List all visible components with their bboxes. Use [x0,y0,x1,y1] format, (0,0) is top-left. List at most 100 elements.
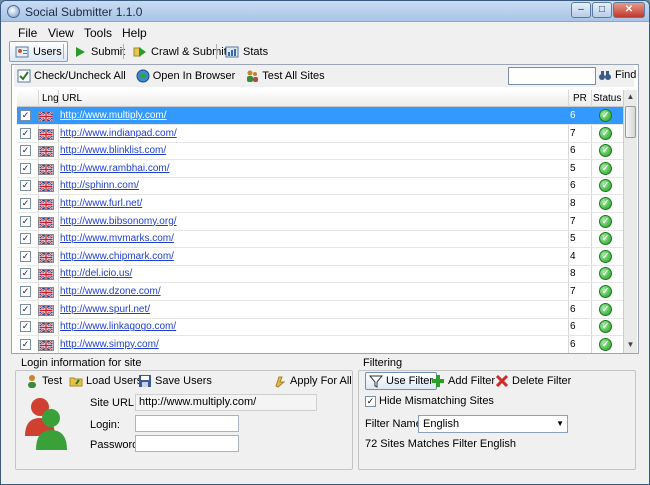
status-ok-icon: ✓ [599,232,612,246]
login-field[interactable] [135,415,239,432]
menu-file[interactable]: File [18,26,37,40]
column-lng[interactable]: Lng [42,93,59,104]
scroll-up-arrow[interactable]: ▲ [624,90,637,104]
site-url-link[interactable]: http://www.indianpad.com/ [60,128,177,139]
site-url-link[interactable]: http://www.mvmarks.com/ [60,233,174,244]
row-checkbox[interactable]: ✓ [20,162,31,174]
hide-mismatching-checkbox[interactable]: ✓ Hide Mismatching Sites [365,392,494,410]
table-row[interactable]: ✓ http://sphinn.com/6 ✓ [17,177,623,196]
save-users-label: Save Users [155,375,212,387]
menu-help[interactable]: Help [122,26,147,40]
menu-tools[interactable]: Tools [84,26,112,40]
row-checkbox[interactable]: ✓ [20,145,31,157]
column-pr[interactable]: PR [573,93,587,104]
toolbar-separator [63,44,64,59]
page-rank-value: 5 [570,233,576,245]
status-ok-icon: ✓ [599,285,612,298]
row-checkbox[interactable]: ✓ [20,321,31,333]
site-url-link[interactable]: http://www.blinklist.com/ [60,145,166,156]
maximize-button[interactable]: □ [592,2,612,18]
row-checkbox[interactable]: ✓ [20,198,31,209]
row-checkbox[interactable]: ✓ [20,286,31,297]
row-checkbox[interactable]: ✓ [20,215,31,227]
row-checkbox[interactable]: ✓ [20,303,31,315]
row-checkbox[interactable]: ✓ [20,180,31,192]
tab-submit[interactable]: Submit [68,41,130,62]
status-ok-icon: ✓ [599,197,612,210]
row-checkbox[interactable]: ✓ [20,127,31,139]
grid-scrollbar[interactable]: ▲ ▼ [623,90,637,353]
search-input[interactable] [508,67,596,85]
site-url-link[interactable]: http://www.furl.net/ [60,198,142,209]
open-browser-button[interactable]: Open In Browser [133,69,239,83]
globe-icon [136,69,150,83]
tab-stats[interactable]: Stats [220,41,273,62]
table-row[interactable]: ✓ http://www.blinklist.com/6 ✓ [17,142,623,161]
tab-stats-label: Stats [243,45,269,58]
check-all-button[interactable]: Check/Uncheck All [14,69,129,83]
row-checkbox[interactable]: ✓ [20,268,31,280]
find-button[interactable]: Find [598,68,636,82]
site-url-link[interactable]: http://www.multiply.com/ [60,110,167,121]
close-button[interactable]: ✕ [613,2,645,18]
add-filter-button[interactable]: Add Filter [431,372,495,390]
table-row[interactable]: ✓ http://www.simpy.com/6 ✓ [17,336,623,353]
plus-icon [432,375,444,387]
table-row[interactable]: ✓ http://www.furl.net/8 ✓ [17,195,623,213]
minimize-button[interactable]: – [571,2,591,18]
site-url-link[interactable]: http://www.spurl.net/ [60,304,150,315]
tab-users[interactable]: Users [9,41,68,62]
uk-flag-icon [38,304,54,316]
uk-flag-icon [38,163,54,175]
site-url-link[interactable]: http://www.chipmark.com/ [60,251,174,262]
table-row[interactable]: ✓ http://www.multiply.com/6 ✓ [17,107,623,125]
filter-name-select[interactable]: English ▼ [418,415,568,433]
row-checkbox[interactable]: ✓ [20,233,31,245]
table-row[interactable]: ✓ http://www.rambhai.com/5 ✓ [17,160,623,178]
table-row[interactable]: ✓ http://www.mvmarks.com/5 ✓ [17,230,623,249]
table-row[interactable]: ✓ http://www.dzone.com/7 ✓ [17,283,623,301]
site-url-link[interactable]: http://del.icio.us/ [60,268,132,279]
load-users-button[interactable]: Load Users [69,372,142,390]
site-url-link[interactable]: http://www.simpy.com/ [60,339,159,350]
row-checkbox[interactable]: ✓ [20,110,31,121]
table-row[interactable]: ✓ http://www.indianpad.com/7 ✓ [17,125,623,143]
apply-all-button[interactable]: Apply For All [273,372,352,390]
test-all-label: Test All Sites [262,70,325,82]
delete-filter-button[interactable]: Delete Filter [495,372,571,390]
uk-flag-icon [38,216,54,228]
table-row[interactable]: ✓ http://www.spurl.net/6 ✓ [17,301,623,319]
test-all-button[interactable]: Test All Sites [242,69,327,83]
site-url-link[interactable]: http://www.bibsonomy.org/ [60,216,177,227]
use-filter-button[interactable]: Use Filter [365,372,438,390]
scroll-down-arrow[interactable]: ▼ [624,338,637,352]
status-ok-icon: ✓ [599,109,612,122]
filter-icon [369,375,383,388]
grid-header: Lng URL PR Status [17,90,623,107]
password-field[interactable] [135,435,239,452]
site-url-link[interactable]: http://sphinn.com/ [60,180,139,191]
page-rank-value: 6 [570,145,576,157]
menu-view[interactable]: View [48,26,74,40]
scroll-thumb[interactable] [625,106,636,138]
save-users-button[interactable]: Save Users [138,372,212,390]
test-button[interactable]: Test [25,372,62,390]
site-url-link[interactable]: http://www.rambhai.com/ [60,163,169,174]
site-url-link[interactable]: http://www.linkagogo.com/ [60,321,176,332]
table-row[interactable]: ✓ http://www.chipmark.com/4 ✓ [17,248,623,266]
menu-bar: File View Tools Help [1,23,649,41]
table-row[interactable]: ✓ http://www.linkagogo.com/6 ✓ [17,318,623,337]
uk-flag-icon [38,128,54,140]
password-label: Password: [90,439,142,451]
filter-match-text: 72 Sites Matches Filter English [365,438,517,450]
site-url-link[interactable]: http://www.dzone.com/ [60,286,161,297]
column-status[interactable]: Status [593,93,621,104]
table-row[interactable]: ✓ http://del.icio.us/8 ✓ [17,265,623,284]
table-row[interactable]: ✓ http://www.bibsonomy.org/7 ✓ [17,213,623,231]
column-url[interactable]: URL [62,93,82,104]
find-label: Find [615,69,637,81]
row-checkbox[interactable]: ✓ [20,250,31,262]
row-checkbox[interactable]: ✓ [20,338,31,350]
binoculars-icon [599,71,611,80]
filter-name-label: Filter Name: [365,418,425,430]
